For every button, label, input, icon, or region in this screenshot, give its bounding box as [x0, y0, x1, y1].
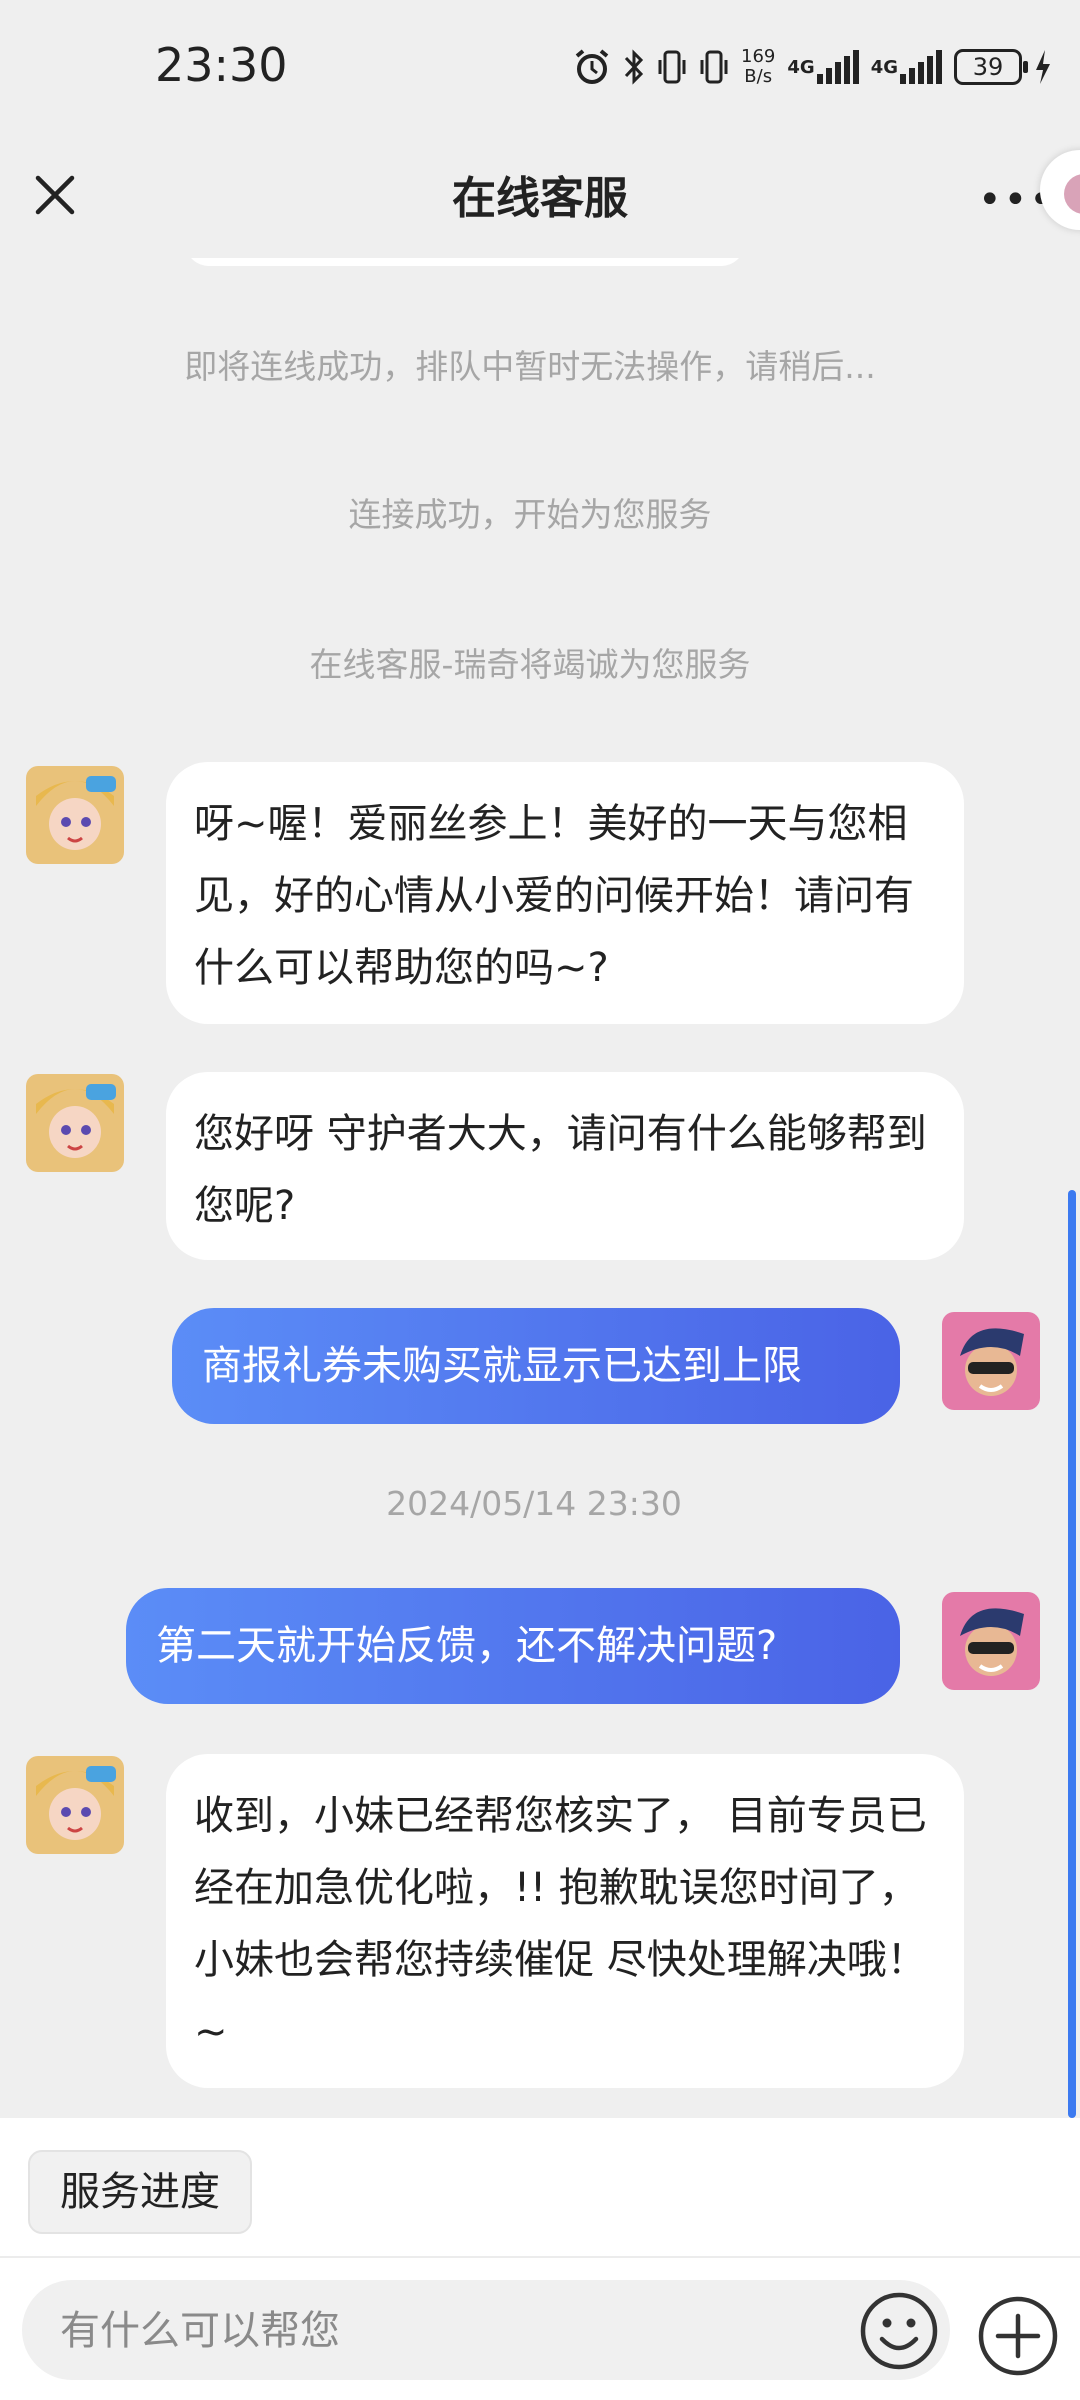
message-bubble-partial: [185, 258, 745, 266]
input-bar: [0, 2258, 1080, 2400]
header-bar: 在线客服 •••: [0, 140, 1080, 258]
signal-label: 4G: [787, 56, 815, 78]
net-speed: 169 B/s: [741, 47, 775, 87]
net-speed-value: 169: [741, 46, 776, 67]
agent-message-bubble: 呀~喔！爱丽丝参上！美好的一天与您相见，好的心情从小爱的问候开始！请问有什么可以…: [166, 762, 964, 1024]
user-message-bubble: 商报礼券未购买就显示已达到上限: [172, 1308, 900, 1424]
message-input-box[interactable]: [22, 2280, 950, 2380]
agent-message-bubble: 您好呀 守护者大大，请问有什么能够帮到您呢?: [166, 1072, 964, 1260]
agent-message-bubble: 收到，小妹已经帮您核实了， 目前专员已经在加急优化啦，!! 抱歉耽误您时间了， …: [166, 1754, 964, 2088]
quick-action-bar: 服务进度: [0, 2118, 1080, 2258]
signal-icon: 4G: [871, 50, 942, 84]
user-message-bubble: 第二天就开始反馈，还不解决问题?: [126, 1588, 900, 1704]
chat-scrollbar[interactable]: [1068, 1190, 1076, 2118]
battery-level: 39: [972, 53, 1004, 81]
agent-avatar[interactable]: [26, 1756, 124, 1854]
agent-avatar[interactable]: [26, 766, 124, 864]
page-title: 在线客服: [452, 173, 628, 224]
vibrate-icon: [699, 48, 729, 86]
charging-icon: [1034, 48, 1052, 86]
vibrate-icon: [657, 48, 687, 86]
system-message: 在线客服-瑞奇将竭诚为您服务: [309, 645, 751, 684]
signal-label: 4G: [870, 56, 898, 78]
net-speed-unit: B/s: [744, 66, 773, 87]
user-avatar[interactable]: [942, 1592, 1040, 1690]
service-progress-button[interactable]: 服务进度: [28, 2150, 252, 2234]
signal-icon: 4G: [787, 50, 859, 84]
message-input[interactable]: [58, 2302, 842, 2360]
add-button[interactable]: [976, 2294, 1060, 2378]
user-avatar[interactable]: [942, 1312, 1040, 1410]
emoji-icon: [860, 2292, 938, 2370]
system-message: 连接成功，开始为您服务: [348, 495, 712, 534]
alarm-icon: [573, 48, 611, 86]
battery-icon: 39: [954, 49, 1028, 85]
status-time: 23:30: [155, 38, 288, 92]
system-message: 即将连线成功，排队中暂时无法操作，请稍后...: [184, 347, 876, 386]
status-icons: 169 B/s 4G 4G 39: [573, 42, 1052, 92]
message-timestamp: 2024/05/14 23:30: [386, 1484, 682, 1523]
status-bar: 23:30 169 B/s 4G 4G 39: [0, 0, 1080, 140]
emoji-button[interactable]: [858, 2290, 940, 2372]
bluetooth-icon: [623, 48, 645, 86]
agent-avatar[interactable]: [26, 1074, 124, 1172]
chat-area[interactable]: 即将连线成功，排队中暂时无法操作，请稍后... 连接成功，开始为您服务 在线客服…: [0, 258, 1080, 2118]
plus-icon: [978, 2296, 1058, 2376]
